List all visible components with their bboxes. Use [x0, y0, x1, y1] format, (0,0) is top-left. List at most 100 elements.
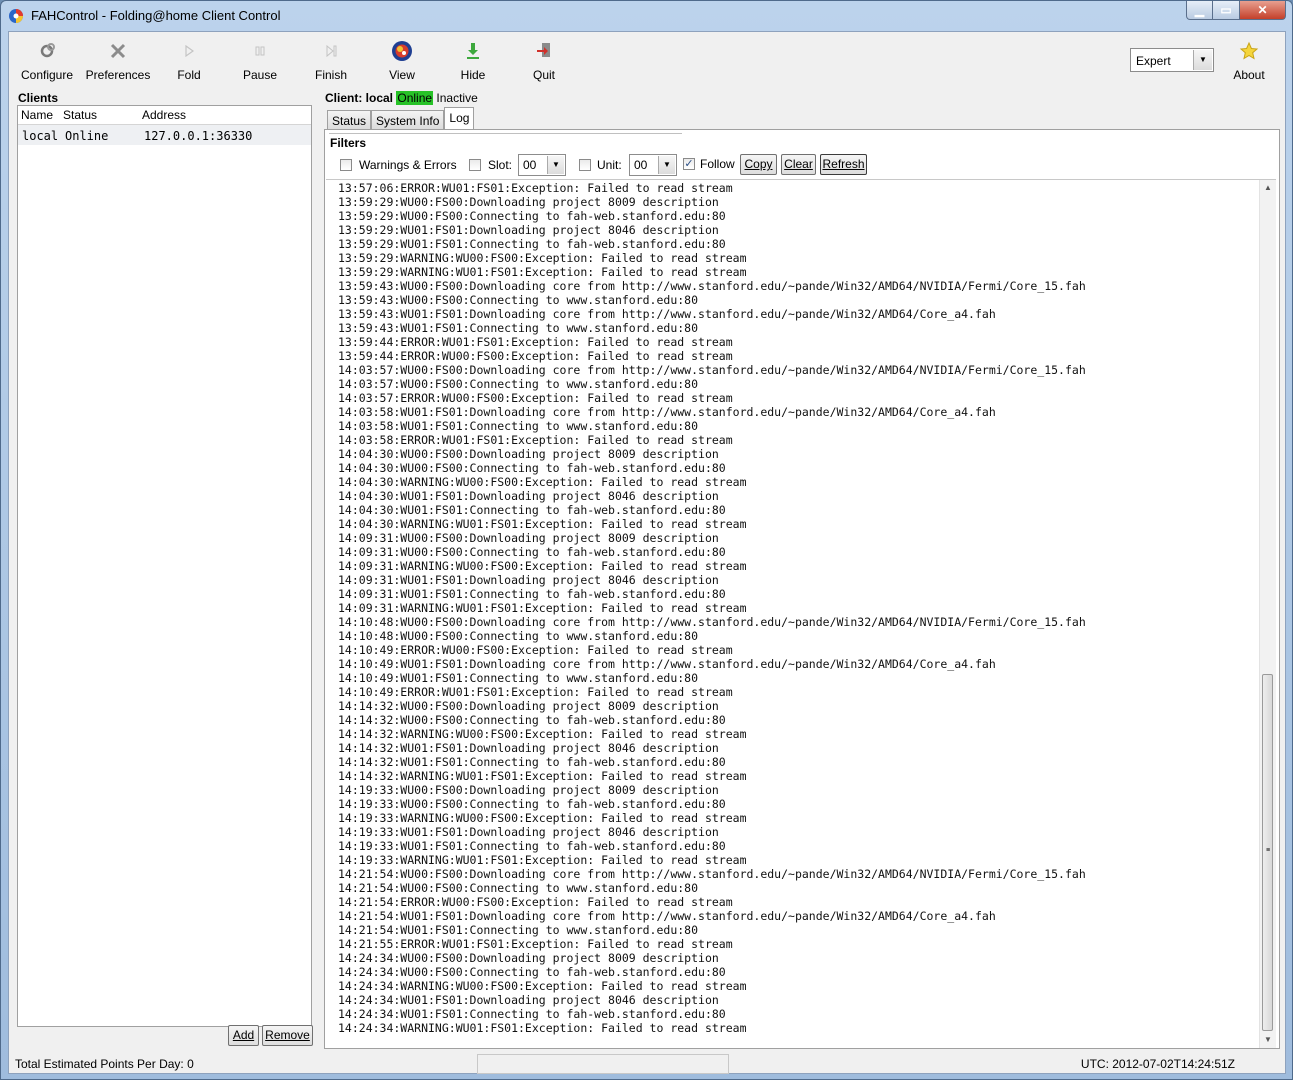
tab-log[interactable]: Log: [444, 107, 475, 129]
finish-icon: [326, 44, 337, 58]
log-line: 14:19:33:WU01:FS01:Connecting to fah-web…: [338, 839, 726, 853]
column-header-name[interactable]: Name: [21, 108, 53, 122]
clear-label: Clear: [784, 157, 813, 171]
tab-status[interactable]: Status: [327, 110, 372, 129]
hide-button[interactable]: Hide: [438, 40, 508, 82]
log-line: 14:24:34:WARNING:WU01:FS01:Exception: Fa…: [338, 1021, 747, 1035]
maximize-button[interactable]: ▭: [1213, 1, 1240, 20]
points-per-day: Total Estimated Points Per Day: 0: [15, 1057, 194, 1071]
title-bar[interactable]: FAHControl - Folding@home Client Control…: [1, 1, 1292, 31]
copy-button[interactable]: Copy: [740, 154, 777, 175]
log-line: 14:10:48:WU00:FS00:Downloading core from…: [338, 615, 1086, 629]
log-line: 14:04:30:WU00:FS00:Downloading project 8…: [338, 447, 719, 461]
log-line: 13:59:29:WU01:FS01:Connecting to fah-web…: [338, 237, 726, 251]
log-lines: 13:57:06:ERROR:WU01:FS01:Exception: Fail…: [338, 181, 1086, 1035]
clear-button[interactable]: Clear: [781, 154, 816, 175]
client-prefix: Client: local: [325, 91, 394, 105]
log-line: 14:09:31:WU01:FS01:Downloading project 8…: [338, 573, 719, 587]
log-line: 14:09:31:WU01:FS01:Connecting to fah-web…: [338, 587, 726, 601]
unit-checkbox[interactable]: [579, 159, 591, 171]
log-line: 14:04:30:WARNING:WU00:FS00:Exception: Fa…: [338, 475, 747, 489]
copy-label: Copy: [744, 157, 773, 171]
log-line: 14:21:54:ERROR:WU00:FS00:Exception: Fail…: [338, 895, 733, 909]
configure-button[interactable]: Configure: [12, 40, 82, 82]
finish-button[interactable]: Finish: [296, 40, 366, 82]
preferences-button[interactable]: Preferences: [83, 40, 153, 82]
column-header-address[interactable]: Address: [142, 108, 186, 122]
status-bar-section: [477, 1054, 729, 1074]
log-line: 14:03:58:ERROR:WU01:FS01:Exception: Fail…: [338, 433, 733, 447]
log-scrollbar[interactable]: ▲ ≡ ▼: [1259, 180, 1276, 1048]
log-view[interactable]: 13:57:06:ERROR:WU01:FS01:Exception: Fail…: [326, 179, 1276, 1048]
tools-icon: [110, 43, 126, 59]
about-button[interactable]: About: [1214, 40, 1284, 82]
slot-checkbox[interactable]: [469, 159, 481, 171]
log-line: 13:59:29:WARNING:WU00:FS00:Exception: Fa…: [338, 251, 747, 265]
log-line: 14:14:32:WU01:FS01:Connecting to fah-web…: [338, 755, 726, 769]
unit-label: Unit:: [597, 158, 622, 172]
fold-button[interactable]: Fold: [154, 40, 224, 82]
client-row[interactable]: local Online 127.0.0.1:36330: [18, 125, 311, 145]
tab-system-info[interactable]: System Info: [371, 110, 445, 129]
log-line: 13:59:43:WU01:FS01:Downloading core from…: [338, 307, 996, 321]
add-client-button[interactable]: Add: [228, 1025, 259, 1046]
slot-select-value: 00: [523, 158, 537, 172]
log-line: 13:59:43:WU01:FS01:Connecting to www.sta…: [338, 321, 699, 335]
log-line: 14:10:49:ERROR:WU00:FS00:Exception: Fail…: [338, 643, 733, 657]
unit-select[interactable]: 00 ▼: [629, 154, 677, 176]
add-label: Add: [232, 1028, 255, 1042]
close-window-button[interactable]: ✕: [1240, 1, 1286, 20]
log-line: 14:09:31:WARNING:WU00:FS00:Exception: Fa…: [338, 559, 747, 573]
remove-client-button[interactable]: Remove: [262, 1025, 313, 1046]
log-line: 14:14:32:WU01:FS01:Downloading project 8…: [338, 741, 719, 755]
clients-title: Clients: [18, 91, 59, 105]
client-address: 127.0.0.1:36330: [144, 129, 253, 143]
minimize-button[interactable]: ▁: [1186, 1, 1213, 20]
log-line: 13:59:44:ERROR:WU01:FS01:Exception: Fail…: [338, 335, 733, 349]
log-line: 13:59:29:WARNING:WU01:FS01:Exception: Fa…: [338, 265, 747, 279]
maximize-icon: ▭: [1220, 3, 1232, 17]
log-line: 14:21:55:ERROR:WU01:FS01:Exception: Fail…: [338, 937, 733, 951]
panel-splitter[interactable]: [313, 91, 316, 1051]
clients-header: Name Status Address: [18, 106, 311, 125]
star-icon: [1239, 41, 1259, 60]
slot-select[interactable]: 00 ▼: [518, 154, 566, 176]
view-button[interactable]: View: [367, 40, 437, 82]
scroll-up-icon[interactable]: ▲: [1260, 180, 1276, 196]
pause-icon: [255, 46, 265, 56]
quit-button[interactable]: Quit: [509, 40, 579, 82]
log-line: 14:24:34:WU00:FS00:Connecting to fah-web…: [338, 965, 726, 979]
mode-select[interactable]: Expert ▼: [1130, 48, 1214, 72]
log-line: 14:09:31:WU00:FS00:Connecting to fah-web…: [338, 545, 726, 559]
log-line: 14:04:30:WU01:FS01:Downloading project 8…: [338, 489, 719, 503]
log-line: 14:04:30:WARNING:WU01:FS01:Exception: Fa…: [338, 517, 747, 531]
scrollbar-thumb[interactable]: ≡: [1262, 674, 1273, 1031]
hide-down-arrow-icon: [467, 43, 479, 59]
follow-label: Follow: [700, 157, 735, 171]
log-line: 14:03:57:WU00:FS00:Downloading core from…: [338, 363, 1086, 377]
clients-list[interactable]: Name Status Address local Online 127.0.0…: [17, 105, 312, 1027]
log-line: 13:59:29:WU01:FS01:Downloading project 8…: [338, 223, 719, 237]
refresh-button[interactable]: Refresh: [820, 154, 867, 175]
pause-button[interactable]: Pause: [225, 40, 295, 82]
log-line: 14:19:33:WU00:FS00:Downloading project 8…: [338, 783, 719, 797]
log-line: 14:03:58:WU01:FS01:Downloading core from…: [338, 405, 996, 419]
slot-label: Slot:: [488, 158, 513, 172]
gear-link-icon: [40, 43, 55, 58]
client-view-panel: Client: local Online Inactive Status Sys…: [319, 91, 1282, 1053]
scroll-down-icon[interactable]: ▼: [1260, 1032, 1276, 1048]
log-line: 14:04:30:WU00:FS00:Connecting to fah-web…: [338, 461, 726, 475]
log-line: 14:21:54:WU01:FS01:Downloading core from…: [338, 909, 996, 923]
log-line: 14:24:34:WARNING:WU00:FS00:Exception: Fa…: [338, 979, 747, 993]
close-icon: ✕: [1257, 3, 1268, 17]
refresh-label: Refresh: [822, 157, 865, 171]
warnings-errors-checkbox[interactable]: [340, 159, 352, 171]
log-line: 14:10:49:WU01:FS01:Connecting to www.sta…: [338, 671, 699, 685]
checkmark-icon: ✓: [684, 158, 694, 170]
column-header-status[interactable]: Status: [63, 108, 97, 122]
log-line: 14:03:57:WU00:FS00:Connecting to www.sta…: [338, 377, 699, 391]
log-line: 14:24:34:WU00:FS00:Downloading project 8…: [338, 951, 719, 965]
follow-checkbox[interactable]: ✓: [683, 158, 695, 170]
main-client-area: Configure Preferences Fold Pause Finish …: [8, 31, 1286, 1074]
protein-view-icon: [392, 41, 412, 61]
